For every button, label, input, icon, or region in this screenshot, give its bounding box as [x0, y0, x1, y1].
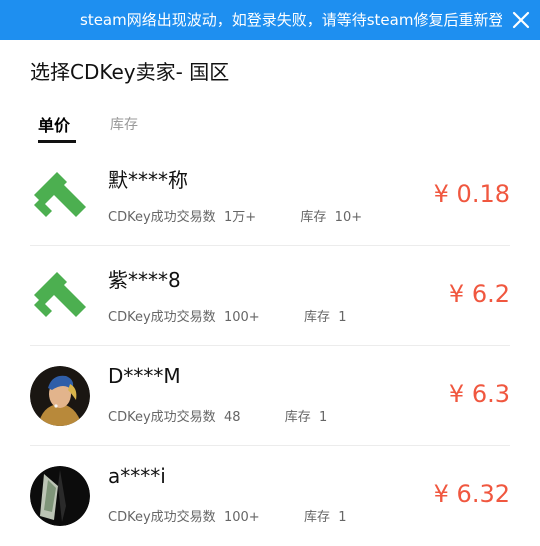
trade-count-label: CDKey成功交易数 [108, 210, 216, 225]
active-tab-indicator [38, 140, 76, 143]
dark-photo-avatar [30, 466, 90, 526]
seller-name: a****i [108, 464, 166, 488]
green-logo-avatar [34, 272, 86, 317]
seller-name: 紫****8 [108, 268, 181, 292]
seller-meta: CDKey成功交易数 100+ 库存 1 [108, 306, 347, 325]
seller-name: 默****称 [108, 168, 188, 192]
close-banner-button[interactable] [502, 0, 540, 40]
trade-count-label: CDKey成功交易数 [108, 410, 216, 425]
stock-count: 1 [338, 510, 347, 525]
stock-count: 10+ [334, 210, 363, 225]
notice-text: steam网络出现波动，如登录失败，请等待steam修复后重新登录。 [80, 11, 534, 29]
seller-meta: CDKey成功交易数 1万+ 库存 10+ [108, 206, 362, 225]
tab-price[interactable]: 单价 [38, 112, 70, 136]
trade-count-label: CDKey成功交易数 [108, 310, 216, 325]
seller-name: D****M [108, 364, 181, 388]
page-title: 选择CDKey卖家- 国区 [30, 60, 230, 84]
close-icon [512, 11, 530, 29]
trade-count: 1万+ [223, 210, 257, 225]
price: ¥ 6.2 [448, 280, 510, 308]
trade-count: 100+ [223, 510, 260, 525]
price: ¥ 6.32 [433, 480, 510, 508]
stock-count: 1 [319, 410, 328, 425]
stock-label: 库存 [303, 310, 330, 325]
green-logo-avatar [34, 172, 86, 217]
seller-meta: CDKey成功交易数 48 库存 1 [108, 406, 327, 425]
stock-count: 1 [338, 310, 347, 325]
trade-count: 48 [223, 410, 241, 425]
stock-label: 库存 [303, 510, 330, 525]
seller-meta: CDKey成功交易数 100+ 库存 1 [108, 506, 347, 525]
portrait-avatar [30, 366, 90, 426]
seller-row[interactable]: 默****称 CDKey成功交易数 1万+ 库存 10+ ¥ 0.18 [0, 146, 540, 246]
seller-row[interactable]: D****M CDKey成功交易数 48 库存 1 ¥ 6.3 [0, 346, 540, 446]
seller-row[interactable]: 紫****8 CDKey成功交易数 100+ 库存 1 ¥ 6.2 [0, 246, 540, 346]
trade-count: 100+ [223, 310, 260, 325]
trade-count-label: CDKey成功交易数 [108, 510, 216, 525]
stock-label: 库存 [284, 410, 311, 425]
price: ¥ 0.18 [433, 180, 510, 208]
stock-label: 库存 [300, 210, 327, 225]
notice-banner: steam网络出现波动，如登录失败，请等待steam修复后重新登录。 [0, 0, 540, 40]
seller-row[interactable]: a****i CDKey成功交易数 100+ 库存 1 ¥ 6.32 [0, 446, 540, 546]
tab-stock[interactable]: 库存 [110, 114, 138, 134]
price: ¥ 6.3 [448, 380, 510, 408]
